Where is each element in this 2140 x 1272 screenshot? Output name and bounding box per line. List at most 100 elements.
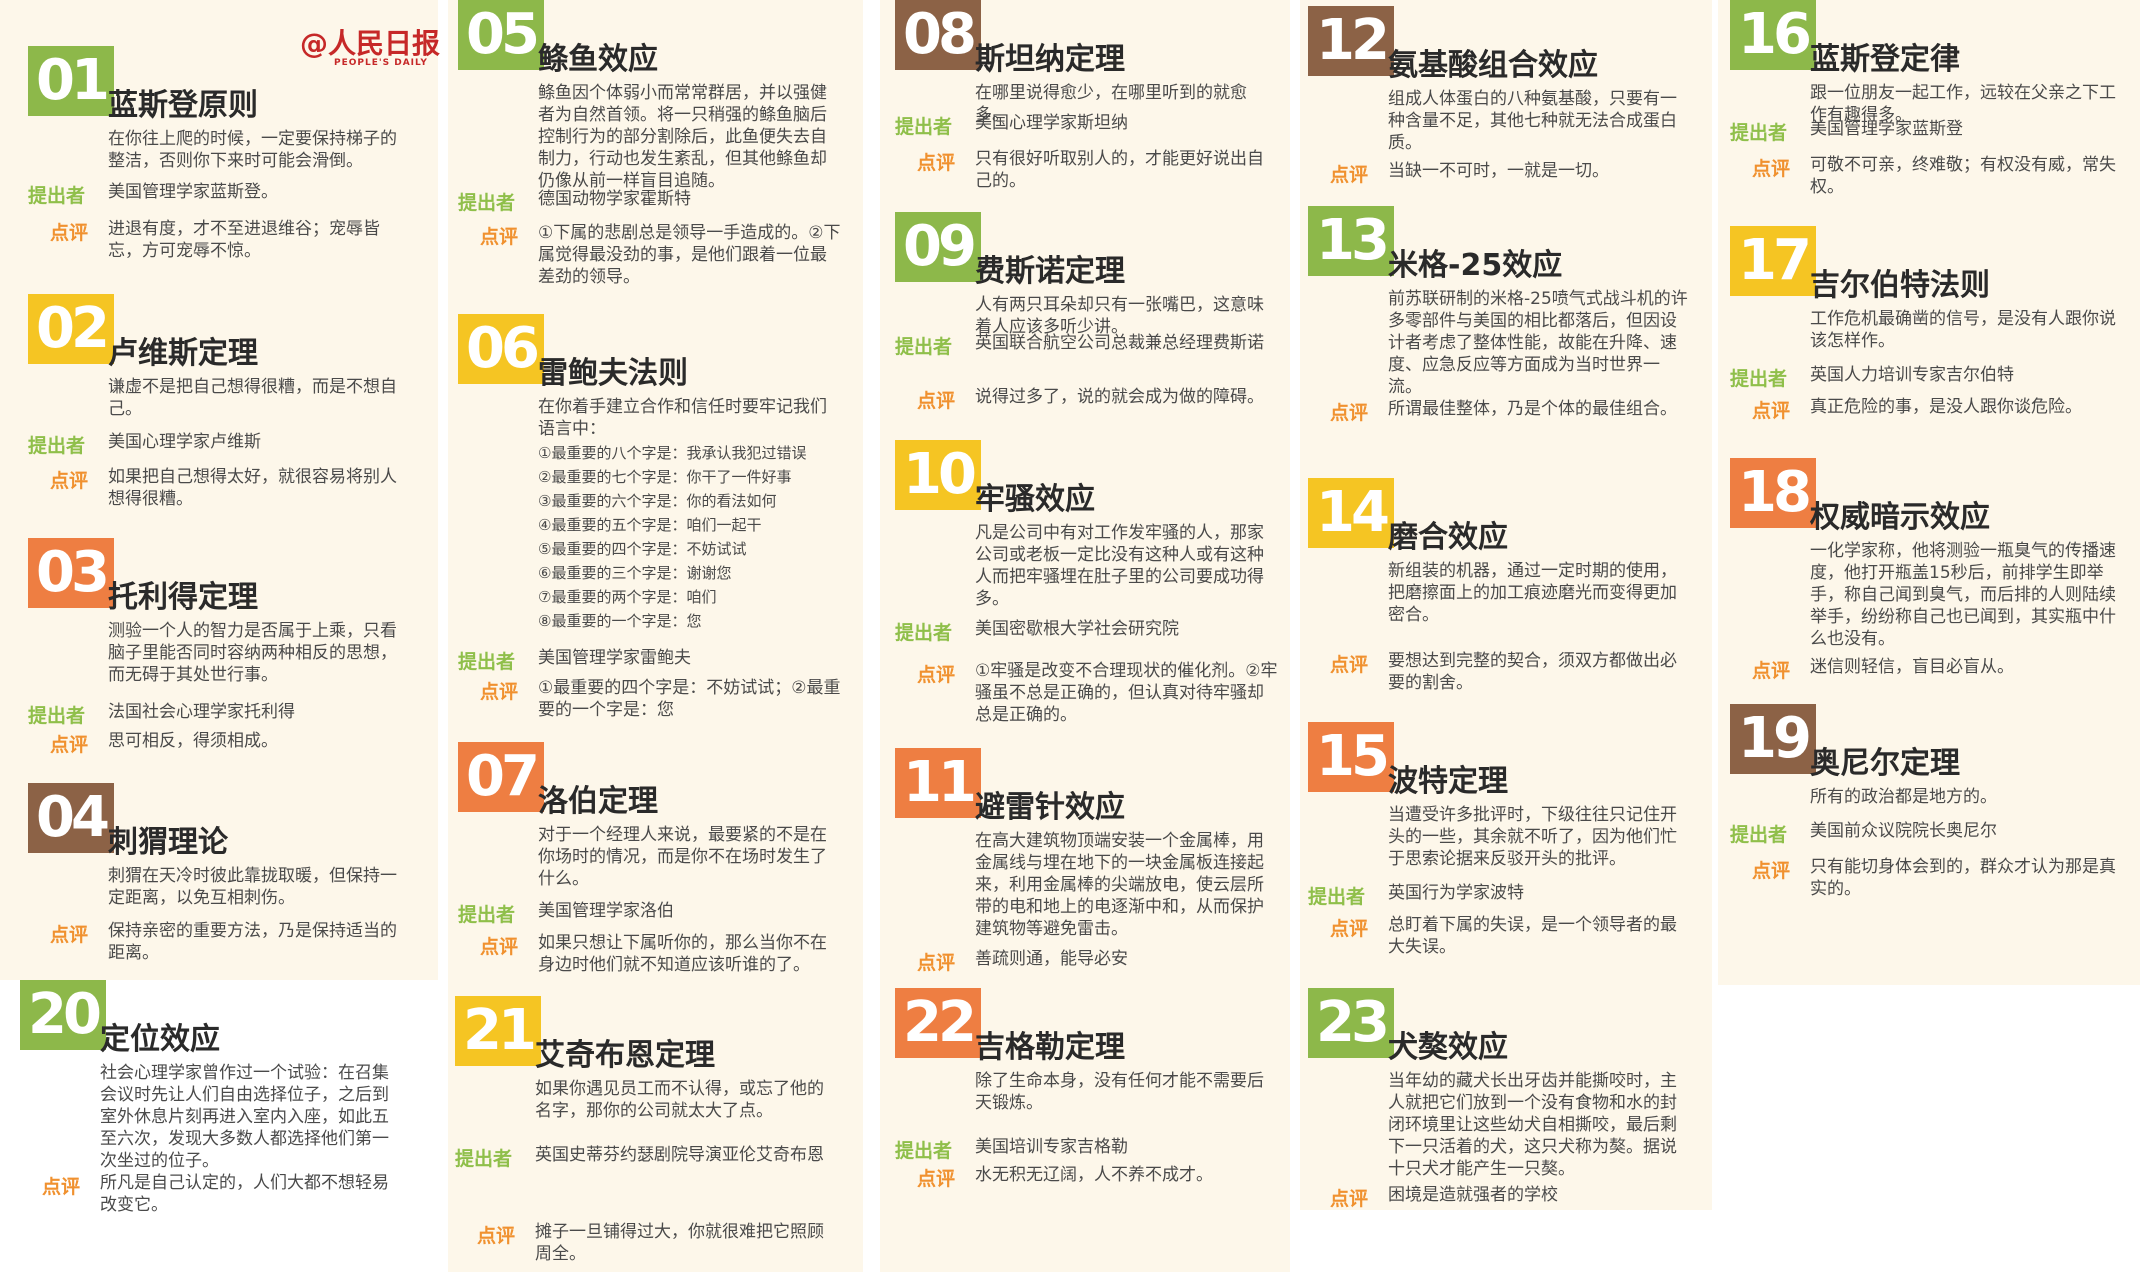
proposer-value: 美国心理学家卢维斯	[108, 432, 261, 452]
law-number-badge: 06	[458, 314, 544, 384]
proposer-value: 美国密歇根大学社会研究院	[975, 619, 1179, 639]
comment-label: 点评	[480, 226, 519, 248]
law-title: 艾奇布恩定理	[535, 1038, 715, 1073]
comment-value: 困境是造就强者的学校	[1388, 1185, 1558, 1205]
proposer-value: 美国前众议院院长奥尼尔	[1810, 821, 1997, 841]
law-description: 谦虚不是把自己想得很糟，而是不想自己。	[108, 377, 397, 419]
law-description: 新组装的机器，通过一定时期的使用，把磨擦面上的加工痕迹磨光而变得更加密合。	[1388, 561, 1677, 625]
comment-label: 点评	[1752, 158, 1791, 180]
comment-label: 点评	[1330, 402, 1369, 424]
comment-value: 所凡是自己认定的，人们大都不想轻易改变它。	[100, 1173, 389, 1215]
law-title: 定位效应	[100, 1022, 220, 1057]
law-number-badge: 08	[895, 0, 981, 70]
law-number-badge: 17	[1730, 226, 1816, 296]
law-title: 吉格勒定理	[975, 1030, 1125, 1065]
law-list-item: ③最重要的六个字是：你的看法如何	[538, 492, 777, 510]
law-title: 磨合效应	[1388, 520, 1508, 555]
law-title: 托利得定理	[108, 580, 258, 615]
comment-label: 点评	[917, 152, 956, 174]
comment-label: 点评	[50, 222, 89, 244]
comment-value: 真正危险的事，是没人跟你谈危险。	[1810, 397, 2082, 417]
law-title: 蓝斯登原则	[108, 88, 258, 123]
comment-value: ①最重要的四个字是：不妨试试；②最重要的一个字是：您	[538, 678, 841, 720]
proposer-label: 提出者	[455, 1148, 513, 1170]
law-number-badge: 11	[895, 748, 981, 818]
comment-label: 点评	[1752, 860, 1791, 882]
comment-value: 摊子一旦铺得过大，你就很难把它照顾周全。	[535, 1222, 824, 1264]
law-number-badge: 23	[1308, 988, 1394, 1058]
law-list-item: ①最重要的八个字是：我承认我犯过错误	[538, 444, 807, 462]
comment-value: 只有很好听取别人的，才能更好说出自己的。	[975, 149, 1264, 191]
law-description: 所有的政治都是地方的。	[1810, 787, 1997, 807]
law-title: 洛伯定理	[538, 784, 658, 819]
law-description: 凡是公司中有对工作发牢骚的人，那家公司或老板一定比没有这种人或有这种人而把牢骚埋…	[975, 523, 1264, 609]
law-list-item: ⑧最重要的一个字是：您	[538, 612, 702, 630]
proposer-value: 美国管理学家蓝斯登	[1810, 119, 1963, 139]
comment-value: 只有能切身体会到的，群众才认为那是真实的。	[1810, 857, 2116, 899]
comment-label: 点评	[1330, 654, 1369, 676]
law-number-badge: 12	[1308, 6, 1394, 76]
comment-label: 点评	[477, 1225, 516, 1247]
comment-value: 要想达到完整的契合，须双方都做出必要的割舍。	[1388, 651, 1677, 693]
proposer-label: 提出者	[895, 622, 953, 644]
comment-label: 点评	[917, 390, 956, 412]
proposer-label: 提出者	[458, 904, 516, 926]
proposer-label: 提出者	[28, 705, 86, 727]
comment-value: 善疏则通，能导必安	[975, 949, 1128, 969]
proposer-label: 提出者	[1730, 368, 1788, 390]
proposer-value: 美国管理学家洛伯	[538, 901, 674, 921]
law-description: 刺猬在天冷时彼此靠拢取暖，但保持一定距离，以免互相刺伤。	[108, 866, 397, 908]
proposer-label: 提出者	[1730, 824, 1788, 846]
comment-value: 迷信则轻信，盲目必盲从。	[1810, 657, 2014, 677]
law-number-badge: 18	[1730, 458, 1816, 528]
comment-label: 点评	[917, 664, 956, 686]
law-title: 氨基酸组合效应	[1388, 48, 1598, 83]
comment-value: 如果只想让下属听你的，那么当你不在身边时他们就不知道应该听谁的了。	[538, 933, 827, 975]
law-number-badge: 13	[1308, 206, 1394, 276]
law-title: 避雷针效应	[975, 790, 1125, 825]
comment-label: 点评	[50, 470, 89, 492]
comment-label: 点评	[1330, 918, 1369, 940]
comment-label: 点评	[917, 1168, 956, 1190]
law-title: 卢维斯定理	[108, 336, 258, 371]
comment-label: 点评	[480, 936, 519, 958]
law-description: 当年幼的藏犬长出牙齿并能撕咬时，主人就把它们放到一个没有食物和水的封闭环境里让这…	[1388, 1071, 1677, 1179]
proposer-value: 法国社会心理学家托利得	[108, 702, 295, 722]
law-title: 米格-25效应	[1388, 248, 1563, 283]
comment-label: 点评	[1330, 164, 1369, 186]
proposer-label: 提出者	[28, 185, 86, 207]
law-number-badge: 02	[28, 294, 114, 364]
law-number-badge: 05	[458, 0, 544, 70]
comment-value: 如果把自己想得太好，就很容易将别人想得很糟。	[108, 467, 397, 509]
law-title: 吉尔伯特法则	[1810, 268, 1990, 303]
law-description: 工作危机最确凿的信号，是没有人跟你说该怎样作。	[1810, 309, 2116, 351]
law-list-item: ⑥最重要的三个字是：谢谢您	[538, 564, 732, 582]
law-description: 一化学家称，他将测验一瓶臭气的传播速度，他打开瓶盖15秒后，前排学生即举手，称自…	[1810, 541, 2116, 649]
law-number-badge: 10	[895, 440, 981, 510]
law-description: 社会心理学家曾作过一个试验：在召集会议时先让人们自由选择位子，之后到室外休息片刻…	[100, 1063, 389, 1171]
law-number-badge: 14	[1308, 478, 1394, 548]
law-description: 前苏联研制的米格-25喷气式战斗机的许多零部件与美国的相比都落后，但因设计者考虑…	[1388, 289, 1688, 397]
comment-value: 所谓最佳整体，乃是个体的最佳组合。	[1388, 399, 1677, 419]
comment-value: 思可相反，得须相成。	[108, 731, 278, 751]
law-description: 在你往上爬的时候，一定要保持梯子的整洁，否则你下来时可能会滑倒。	[108, 129, 397, 171]
law-number-badge: 20	[20, 980, 106, 1050]
law-number-badge: 19	[1730, 704, 1816, 774]
law-title: 奥尼尔定理	[1810, 746, 1960, 781]
comment-value: 可敬不可亲，终难敬；有权没有威，常失权。	[1810, 155, 2116, 197]
comment-label: 点评	[1752, 660, 1791, 682]
law-number-badge: 16	[1730, 0, 1816, 70]
law-description: 鲦鱼因个体弱小而常常群居，并以强健者为自然首领。将一只稍强的鲦鱼脑后控制行为的部…	[538, 83, 827, 191]
proposer-value: 英国史蒂芬约瑟剧院导演亚伦艾奇布恩	[535, 1145, 824, 1165]
comment-value: ①牢骚是改变不合理现状的催化剂。②牢骚虽不总是正确的，但认真对待牢骚却总是正确的…	[975, 661, 1278, 725]
comment-value: 水无积无辽阔，人不养不成才。	[975, 1165, 1213, 1185]
law-title: 波特定理	[1388, 764, 1508, 799]
comment-value: 说得过多了，说的就会成为做的障碍。	[975, 387, 1264, 407]
law-title: 斯坦纳定理	[975, 42, 1125, 77]
law-number-badge: 15	[1308, 722, 1394, 792]
proposer-label: 提出者	[1308, 886, 1366, 908]
comment-label: 点评	[1752, 400, 1791, 422]
law-list-item: ②最重要的七个字是：你干了一件好事	[538, 468, 792, 486]
law-number-badge: 01	[28, 46, 114, 116]
people-daily-logo: @人民日报 PEOPLE'S DAILY	[300, 27, 441, 68]
